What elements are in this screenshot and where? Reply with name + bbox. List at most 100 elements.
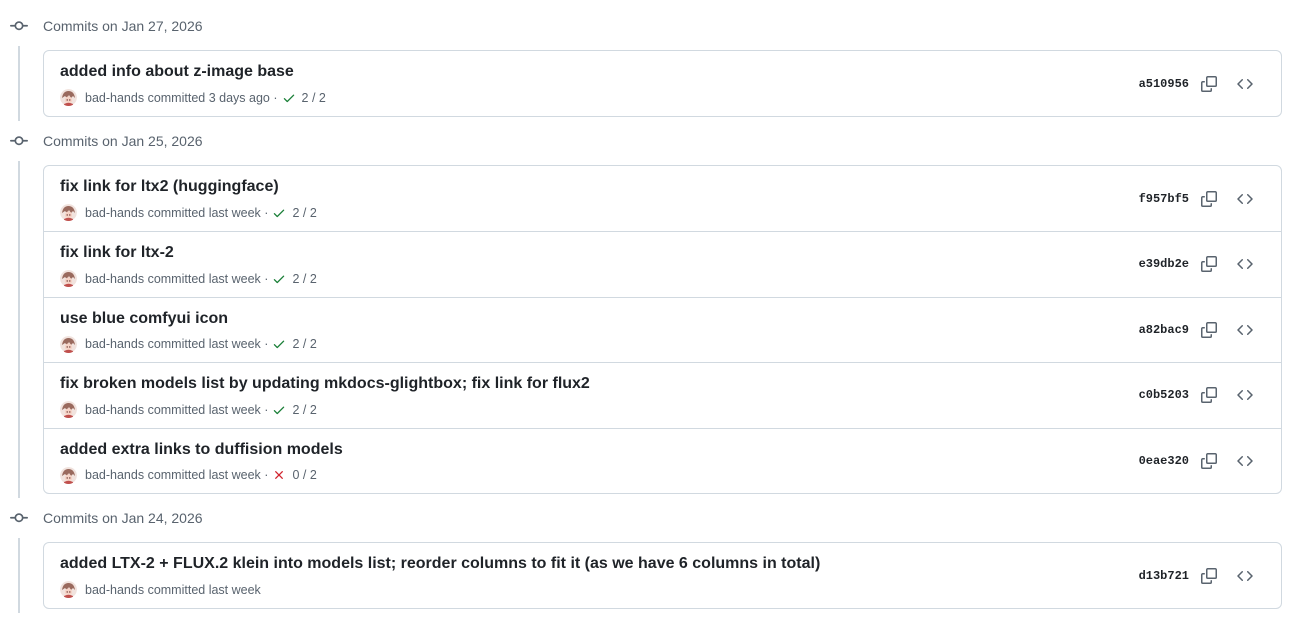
commit-message-link[interactable]: added info about z-image base (60, 63, 294, 81)
checks-status[interactable]: 2 / 2 (272, 205, 317, 220)
commit-message-link[interactable]: fix link for ltx2 (huggingface) (60, 178, 279, 196)
checks-status[interactable]: 0 / 2 (272, 468, 317, 482)
commit-time: committed 3 days ago (147, 90, 270, 105)
copy-sha-button[interactable] (1195, 250, 1223, 278)
browse-repo-button[interactable] (1231, 562, 1259, 590)
checks-status[interactable]: 2 / 2 (272, 337, 317, 351)
commit-group-title: Commits on Jan 24, 2026 (43, 510, 203, 526)
meta-separator: · (264, 205, 269, 220)
commit-author-link[interactable]: bad-hands (85, 337, 144, 351)
commit-message-link[interactable]: fix link for ltx-2 (60, 244, 174, 262)
copy-icon (1201, 387, 1217, 404)
commit-author-link[interactable]: bad-hands (85, 206, 144, 220)
copy-sha-button[interactable] (1195, 562, 1223, 590)
check-icon (272, 337, 292, 351)
commit-sha-link[interactable]: e39db2e (1139, 257, 1189, 271)
copy-icon (1201, 567, 1217, 584)
copy-sha-button[interactable] (1195, 447, 1223, 475)
copy-sha-button[interactable] (1195, 381, 1223, 409)
copy-sha-button[interactable] (1195, 185, 1223, 213)
commit-author-link[interactable]: bad-hands (85, 468, 144, 482)
commit-group-header: Commits on Jan 24, 2026 (0, 494, 1302, 542)
copy-sha-button[interactable] (1195, 70, 1223, 98)
commit-message-link[interactable]: fix broken models list by updating mkdoc… (60, 375, 590, 393)
check-icon (272, 272, 292, 286)
commit-author-link[interactable]: bad-hands (85, 272, 144, 286)
checks-status[interactable]: 2 / 2 (272, 271, 317, 286)
meta-separator: · (264, 271, 269, 286)
code-icon (1237, 453, 1253, 469)
commit-timeline: Commits on Jan 27, 2026 added info about … (0, 0, 1302, 626)
commit-list: fix link for ltx2 (huggingface) bad-hands… (43, 165, 1282, 494)
copy-icon (1201, 190, 1217, 207)
copy-icon (1201, 75, 1217, 92)
checks-status[interactable]: 2 / 2 (272, 403, 317, 417)
commit-row: added LTX-2 + FLUX.2 klein into models l… (44, 543, 1281, 608)
browse-repo-button[interactable] (1231, 185, 1259, 213)
commit-list: added info about z-image base bad-hands c… (43, 50, 1282, 117)
avatar[interactable] (60, 204, 77, 221)
code-icon (1237, 568, 1253, 584)
commit-author-link[interactable]: bad-hands (85, 583, 144, 597)
avatar[interactable] (60, 466, 77, 484)
git-commit-icon (10, 132, 28, 150)
check-icon (272, 403, 292, 417)
commit-time: committed last week (147, 582, 261, 597)
commit-time: committed last week (147, 468, 261, 482)
commit-group-title: Commits on Jan 27, 2026 (43, 18, 203, 34)
commit-sha-link[interactable]: a82bac9 (1139, 323, 1189, 337)
checks-count: 2 / 2 (292, 205, 317, 220)
browse-repo-button[interactable] (1231, 70, 1259, 98)
commit-sha-link[interactable]: 0eae320 (1139, 454, 1189, 468)
code-icon (1237, 322, 1253, 338)
copy-sha-button[interactable] (1195, 316, 1223, 344)
commit-sha-link[interactable]: f957bf5 (1139, 192, 1189, 206)
git-commit-icon (10, 17, 28, 35)
timeline-rail (18, 538, 20, 613)
commit-row: fix broken models list by updating mkdoc… (44, 362, 1281, 428)
commit-author-link[interactable]: bad-hands (85, 403, 144, 417)
commit-group-header: Commits on Dec 30, 2025 (0, 609, 1302, 626)
commit-meta: bad-hands committed last week · 2 / 2 (60, 204, 317, 221)
commit-message-link[interactable]: added LTX-2 + FLUX.2 klein into models l… (60, 555, 820, 573)
browse-repo-button[interactable] (1231, 316, 1259, 344)
browse-repo-button[interactable] (1231, 447, 1259, 475)
checks-count: 2 / 2 (292, 271, 317, 286)
avatar[interactable] (60, 270, 77, 287)
commit-time: committed last week (147, 271, 261, 286)
checks-status[interactable]: 2 / 2 (282, 91, 326, 105)
check-icon (282, 91, 302, 105)
browse-repo-button[interactable] (1231, 381, 1259, 409)
avatar[interactable] (60, 89, 77, 106)
commit-meta: bad-hands committed last week · 2 / 2 (60, 270, 317, 287)
avatar[interactable] (60, 401, 77, 418)
check-icon (272, 206, 292, 220)
commit-group-header: Commits on Jan 27, 2026 (0, 2, 1302, 50)
commit-row: fix link for ltx-2 bad-hands committed la… (44, 231, 1281, 297)
meta-separator: · (273, 90, 278, 105)
browse-repo-button[interactable] (1231, 250, 1259, 278)
commit-list: added LTX-2 + FLUX.2 klein into models l… (43, 542, 1282, 609)
commit-row: added extra links to duffision models bad… (44, 427, 1281, 494)
commit-sha-link[interactable]: a510956 (1139, 77, 1189, 91)
meta-separator: · (264, 468, 269, 482)
commit-meta: bad-hands committed last week · 0 / 2 (60, 466, 317, 484)
copy-icon (1201, 256, 1217, 273)
code-icon (1237, 76, 1253, 92)
code-icon (1237, 191, 1253, 207)
commit-author-link[interactable]: bad-hands (85, 91, 144, 105)
commit-sha-link[interactable]: d13b721 (1139, 569, 1189, 583)
commit-group-header: Commits on Jan 25, 2026 (0, 117, 1302, 165)
commit-message-link[interactable]: added extra links to duffision models (60, 441, 343, 459)
avatar[interactable] (60, 581, 77, 598)
commit-sha-link[interactable]: c0b5203 (1139, 388, 1189, 402)
timeline-rail (18, 161, 20, 498)
commit-meta: bad-hands committed last week · 2 / 2 (60, 335, 317, 353)
avatar[interactable] (60, 335, 77, 353)
git-commit-icon (10, 509, 28, 527)
commit-message-link[interactable]: use blue comfyui icon (60, 310, 228, 328)
commit-time: committed last week (147, 402, 261, 417)
commit-group: Commits on Dec 30, 2025 (0, 609, 1302, 626)
commit-group: Commits on Jan 25, 2026 fix link for ltx2… (0, 117, 1302, 498)
commit-time: committed last week (147, 205, 261, 220)
